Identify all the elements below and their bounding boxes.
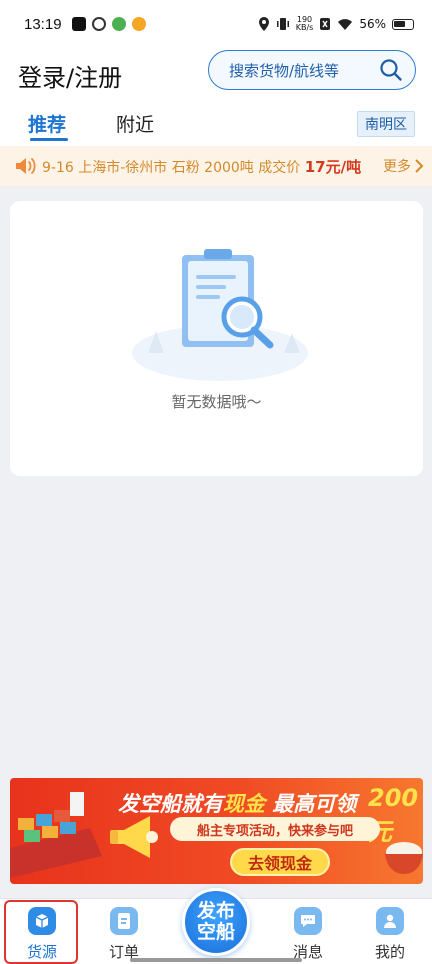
tab-recommended[interactable]: 推荐: [28, 110, 66, 137]
more-link[interactable]: 更多: [383, 156, 424, 176]
weibo-icon: [131, 17, 146, 31]
message-bubble-icon: [294, 907, 322, 935]
battery-icon: [392, 18, 414, 30]
highlight-frame: [4, 900, 78, 964]
publish-empty-ship-button[interactable]: 发布 空船: [182, 888, 250, 956]
publish-label-line2: 空船: [196, 921, 235, 943]
ship-illustration: [10, 792, 102, 878]
wifi-icon: [338, 18, 353, 30]
rice-bowl-illustration: [385, 842, 423, 874]
status-bar: 13:19 190 KB/s 56%: [0, 0, 432, 48]
user-profile-icon: [376, 907, 404, 935]
battery-percent: 56%: [359, 17, 386, 31]
promo-headline: 发空船就有现金 最高可领: [118, 788, 356, 818]
speed-unit: KB/s: [295, 23, 314, 32]
promo-headline-highlight: 现金: [223, 792, 265, 816]
megaphone-icon: [110, 816, 158, 858]
publish-label-line1: 发布: [196, 900, 235, 922]
location-icon: [258, 17, 269, 31]
more-label: 更多: [383, 159, 411, 175]
tab-nearby[interactable]: 附近: [116, 110, 154, 137]
login-register-link[interactable]: 登录/注册: [18, 58, 122, 93]
network-speed: 190 KB/s: [296, 16, 314, 32]
chevron-right-icon: [415, 159, 424, 173]
promo-banner[interactable]: 发空船就有现金 最高可领 200元 船主专项活动，快来参与吧 去领现金: [10, 778, 423, 884]
vibrate-icon: [276, 18, 289, 30]
sim-icon: [320, 18, 331, 30]
speaker-icon: [16, 158, 36, 174]
promo-headline-suffix: 最高可领: [265, 792, 357, 816]
empty-state-card: 暂无数据哦～: [10, 201, 423, 476]
ticker-route: 9-16 上海市-徐州市 石粉 2000吨 成交价: [42, 159, 301, 176]
home-indicator[interactable]: [130, 958, 302, 962]
search-icon: [380, 59, 402, 81]
search-placeholder: 搜索货物/航线等: [229, 61, 340, 80]
ticker-text: 9-16 上海市-徐州市 石粉 2000吨 成交价 17元/吨: [42, 156, 361, 177]
claim-cash-button[interactable]: 去领现金: [230, 848, 330, 876]
nav-item-profile[interactable]: 我的: [360, 907, 420, 962]
order-document-icon: [110, 907, 138, 935]
tab-bar: 推荐 附近 南明区: [0, 100, 432, 146]
status-indicators: 190 KB/s 56%: [258, 16, 414, 32]
deal-ticker[interactable]: 9-16 上海市-徐州市 石粉 2000吨 成交价 17元/吨 更多: [0, 146, 432, 186]
app-icon: [91, 17, 106, 31]
header: 登录/注册 搜索货物/航线等: [0, 48, 432, 100]
nav-item-orders[interactable]: 订单: [94, 907, 154, 962]
nav-label-profile: 我的: [374, 943, 405, 961]
empty-document-search-icon: [132, 249, 308, 381]
promo-subtitle: 船主专项活动，快来参与吧: [170, 817, 380, 841]
tiktok-icon: [71, 17, 86, 31]
ticker-price: 17元/吨: [304, 157, 362, 176]
promo-headline-prefix: 发空船就有: [118, 792, 223, 816]
app-icon: [111, 17, 126, 31]
search-input[interactable]: 搜索货物/航线等: [208, 50, 416, 90]
region-selector[interactable]: 南明区: [357, 111, 415, 137]
tab-active-indicator: [30, 138, 68, 141]
nav-item-messages[interactable]: 消息: [278, 907, 338, 962]
status-time: 13:19: [24, 15, 62, 33]
empty-message: 暂无数据哦～: [171, 393, 262, 411]
